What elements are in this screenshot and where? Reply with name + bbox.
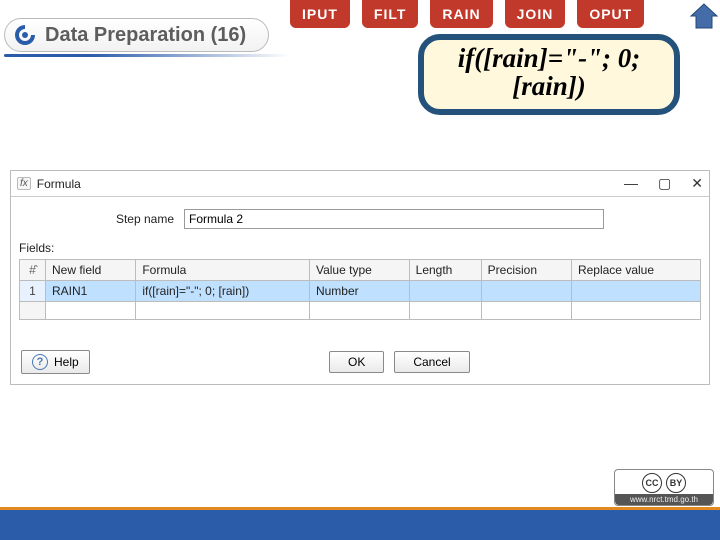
cancel-button[interactable]: Cancel xyxy=(394,351,469,373)
cell-length[interactable] xyxy=(409,281,481,302)
cell-replace[interactable] xyxy=(571,281,700,302)
cc-url: www.nrct.tmd.go.th xyxy=(615,494,713,505)
cc-license-badge[interactable]: CC BY www.nrct.tmd.go.th xyxy=(614,469,714,506)
cc-icon: CC xyxy=(642,473,662,493)
workflow-tabs: IPUT FILT RAIN JOIN OPUT xyxy=(290,0,644,28)
col-replace[interactable]: Replace value xyxy=(571,260,700,281)
cell-valuetype[interactable]: Number xyxy=(309,281,409,302)
window-controls: — ▢ ✕ xyxy=(624,175,703,192)
help-icon: ? xyxy=(32,354,48,370)
col-length[interactable]: Length xyxy=(409,260,481,281)
col-precision[interactable]: Precision xyxy=(481,260,571,281)
cc-icons: CC BY xyxy=(615,470,713,494)
step-name-label: Step name xyxy=(116,212,174,226)
tab-filt[interactable]: FILT xyxy=(362,0,419,28)
formula-callout: if([rain]="-"; 0; [rain]) xyxy=(418,34,680,115)
dialog-titlebar: fx Formula — ▢ ✕ xyxy=(11,171,709,197)
help-button-label: Help xyxy=(54,355,79,369)
col-rownum xyxy=(20,260,46,281)
swirl-icon xyxy=(13,23,37,47)
tab-oput[interactable]: OPUT xyxy=(577,0,644,28)
cell-newfield[interactable]: RAIN1 xyxy=(46,281,136,302)
help-button[interactable]: ? Help xyxy=(21,350,90,374)
minimize-icon[interactable]: — xyxy=(624,175,638,192)
home-icon[interactable] xyxy=(680,0,720,40)
maximize-icon[interactable]: ▢ xyxy=(658,175,671,192)
tab-iput[interactable]: IPUT xyxy=(290,0,350,28)
fields-grid[interactable]: New field Formula Value type Length Prec… xyxy=(19,259,701,320)
table-row[interactable]: 1 RAIN1 if([rain]="-"; 0; [rain]) Number xyxy=(20,281,701,302)
breadcrumb-underline xyxy=(4,54,290,57)
formula-dialog: fx Formula — ▢ ✕ Step name Fields: New f… xyxy=(10,170,710,385)
dialog-buttons: ? Help OK Cancel xyxy=(19,350,701,374)
col-newfield[interactable]: New field xyxy=(46,260,136,281)
step-name-input[interactable] xyxy=(184,209,604,229)
col-formula[interactable]: Formula xyxy=(136,260,310,281)
close-icon[interactable]: ✕ xyxy=(691,175,703,192)
fx-icon: fx xyxy=(17,177,31,190)
cell-rownum: 1 xyxy=(20,281,46,302)
table-row-empty[interactable] xyxy=(20,302,701,320)
dialog-title: Formula xyxy=(37,177,81,191)
page-title: Data Preparation (16) xyxy=(45,24,246,47)
col-valuetype[interactable]: Value type xyxy=(309,260,409,281)
footer-bar xyxy=(0,510,720,540)
by-icon: BY xyxy=(666,473,686,493)
cell-formula[interactable]: if([rain]="-"; 0; [rain]) xyxy=(136,281,310,302)
cell-precision[interactable] xyxy=(481,281,571,302)
tab-join[interactable]: JOIN xyxy=(505,0,566,28)
breadcrumb: Data Preparation (16) xyxy=(4,18,269,52)
ok-button[interactable]: OK xyxy=(329,351,384,373)
tab-rain[interactable]: RAIN xyxy=(430,0,492,28)
fields-label: Fields: xyxy=(19,241,701,255)
